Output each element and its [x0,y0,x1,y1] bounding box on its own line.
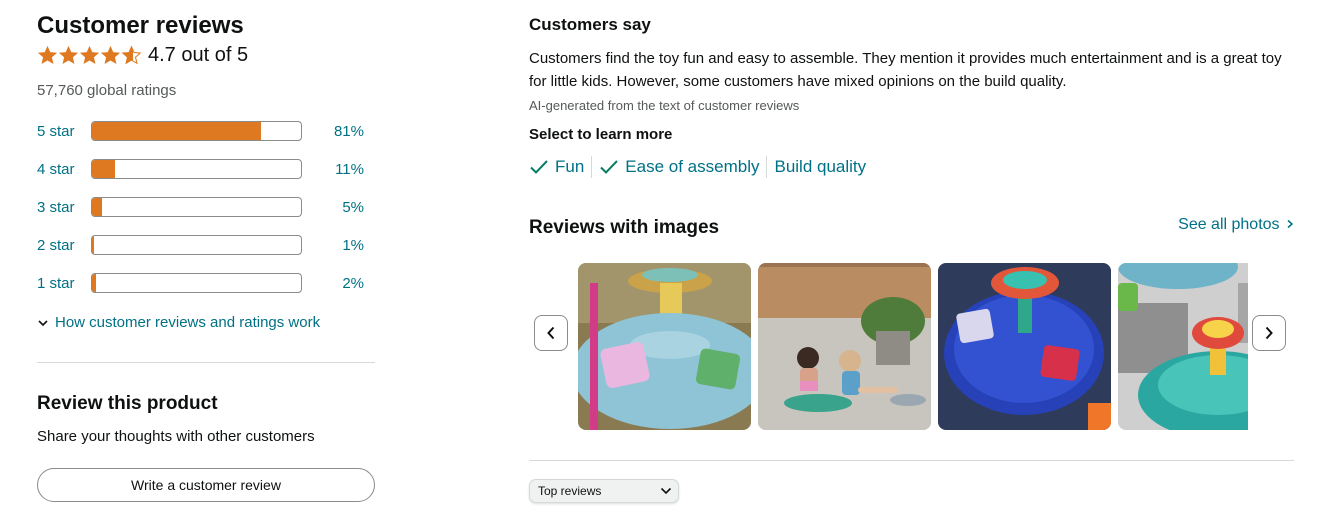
write-review-button[interactable]: Write a customer review [37,468,375,502]
review-photo-spinner-top [938,263,1111,430]
customers-say-summary: Customers find the toy fun and easy to a… [529,50,1282,90]
star-icon [58,45,79,65]
global-ratings-count: 57,760 global ratings [37,82,177,99]
sort-selected-value: Top reviews [538,484,602,498]
review-image-strip [578,263,1248,430]
histogram-fill [92,198,103,216]
histogram-bar[interactable] [91,121,302,141]
reviews-title: Customer reviews [37,12,244,39]
chevron-right-icon [1265,326,1273,340]
aspect-fun[interactable]: Fun [529,157,591,177]
ai-generated-note: AI-generated from the text of customer r… [529,98,800,113]
chevron-down-icon [660,487,672,495]
histogram-fill [92,160,115,178]
histogram-row-5[interactable]: 5 star 81% [37,118,377,144]
histogram-bar[interactable] [91,273,302,293]
histogram-bar[interactable] [91,235,302,255]
review-image[interactable] [578,263,751,430]
histogram-row-4[interactable]: 4 star 11% [37,156,377,182]
histogram-label[interactable]: 5 star [37,123,91,140]
write-review-label: Write a customer review [131,477,281,493]
histogram-fill [92,236,95,254]
histogram-label[interactable]: 1 star [37,275,91,292]
review-photo-foam-mat [1118,263,1248,430]
histogram-bar[interactable] [91,197,302,217]
star-icon [37,45,58,65]
divider [37,362,375,363]
histogram-bar[interactable] [91,159,302,179]
customers-say-heading: Customers say [529,15,651,34]
how-reviews-work-link[interactable]: How customer reviews and ratings work [37,314,320,331]
histogram-percent[interactable]: 5% [302,199,364,216]
histogram-row-2[interactable]: 2 star 1% [37,232,377,258]
histogram-percent[interactable]: 1% [302,237,364,254]
see-all-photos-text: See all photos [1178,216,1280,233]
aspect-build-quality[interactable]: Build quality [767,157,873,177]
histogram-percent[interactable]: 81% [302,123,364,140]
review-image[interactable] [938,263,1111,430]
histogram-label[interactable]: 3 star [37,199,91,216]
half-star-icon [121,45,142,65]
star-icon [100,45,121,65]
chevron-down-icon [38,319,48,326]
carousel-prev-button[interactable] [534,315,568,351]
check-icon [600,160,619,174]
chevron-right-icon [1287,219,1294,229]
reviews-with-images-heading: Reviews with images [529,217,720,238]
histogram-label[interactable]: 2 star [37,237,91,254]
rating-text: 4.7 out of 5 [148,44,249,66]
average-rating[interactable]: 4.7 out of 5 [37,44,248,67]
aspect-label: Fun [555,157,585,176]
aspect-label: Build quality [774,157,867,176]
review-photo-toy-closeup [578,263,751,430]
review-images-carousel [529,263,1294,430]
review-photo-kids-playing [758,263,931,430]
how-reviews-work-text[interactable]: How customer reviews and ratings work [55,314,320,331]
histogram-label[interactable]: 4 star [37,161,91,178]
select-to-learn-heading: Select to learn more [529,126,673,143]
review-product-heading: Review this product [37,393,218,414]
check-icon [530,160,548,174]
aspect-label: Ease of assembly [625,157,760,176]
chevron-left-icon [547,326,555,340]
aspect-ease-of-assembly[interactable]: Ease of assembly [592,157,766,177]
review-image[interactable] [758,263,931,430]
histogram-fill [92,122,262,140]
star-icon [79,45,100,65]
review-image[interactable] [1118,263,1248,430]
star-rating [37,45,142,66]
histogram-percent[interactable]: 2% [302,275,364,292]
see-all-photos-link[interactable]: See all photos [1178,216,1294,234]
aspect-buttons: Fun Ease of assembly Build quality [529,155,873,179]
divider [529,460,1294,461]
histogram-fill [92,274,97,292]
histogram-percent[interactable]: 11% [302,161,364,178]
carousel-next-button[interactable] [1252,315,1286,351]
histogram-row-1[interactable]: 1 star 2% [37,270,377,296]
review-product-subtext: Share your thoughts with other customers [37,428,315,445]
sort-reviews-dropdown[interactable]: Top reviews [529,479,679,503]
histogram-row-3[interactable]: 3 star 5% [37,194,377,220]
